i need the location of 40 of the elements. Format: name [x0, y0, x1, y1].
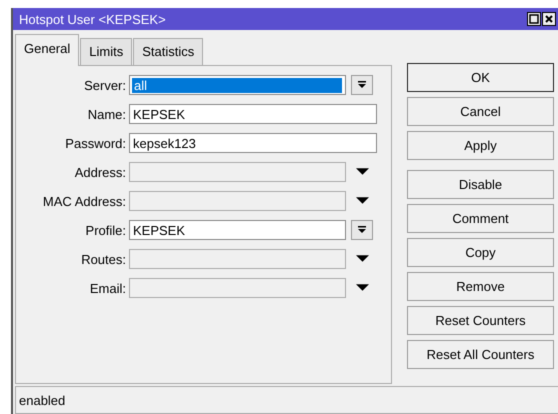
dropdown-arrow-icon[interactable] [356, 168, 369, 176]
field-label: Password: [64, 136, 126, 150]
dropdown-arrow-icon[interactable] [356, 284, 369, 292]
dialog-button[interactable]: Reset All Counters [407, 340, 554, 369]
field-label: Routes: [80, 252, 126, 266]
field-label: MAC Address: [42, 194, 126, 208]
dialog-button[interactable]: Disable [407, 170, 554, 199]
field-value: all [132, 78, 342, 92]
status-text: enabled [19, 392, 66, 408]
dialog-button[interactable]: Apply [407, 131, 554, 160]
input-field[interactable]: KEPSEK [129, 104, 377, 124]
dialog-button[interactable]: Copy [407, 238, 554, 267]
tab[interactable]: General [15, 34, 80, 66]
field-label: Profile: [84, 222, 126, 238]
field-label: Address: [74, 164, 126, 180]
tab[interactable]: Statistics [133, 38, 204, 65]
close-icon[interactable] [542, 12, 556, 26]
field-label: Server: [83, 78, 126, 92]
field-label: Email: [88, 280, 126, 296]
tab[interactable]: Limits [80, 38, 132, 65]
dropdown-field[interactable]: all [129, 75, 346, 95]
dialog-button[interactable]: Cancel [407, 97, 554, 126]
dropdown-arrow-icon[interactable] [356, 255, 369, 263]
dialog-button[interactable]: Comment [407, 204, 554, 233]
maximize-icon[interactable] [527, 12, 541, 26]
input-field[interactable] [129, 191, 346, 211]
input-field[interactable] [129, 162, 346, 182]
dropdown-button-icon[interactable] [351, 220, 373, 240]
input-field[interactable]: kepsek123 [129, 133, 377, 153]
input-field[interactable] [129, 249, 346, 269]
dropdown-button-icon[interactable] [351, 75, 373, 95]
window-title: Hotspot User <KEPSEK> [19, 12, 166, 26]
dropdown-field[interactable]: KEPSEK [129, 220, 346, 240]
dialog-button[interactable]: OK [407, 63, 554, 92]
input-field[interactable] [129, 278, 346, 298]
field-value: KEPSEK [133, 222, 186, 238]
dialog-button[interactable]: Remove [407, 272, 554, 301]
field-label: Name: [86, 106, 126, 122]
dialog-button[interactable]: Reset Counters [407, 306, 554, 335]
dropdown-arrow-icon[interactable] [356, 197, 369, 205]
